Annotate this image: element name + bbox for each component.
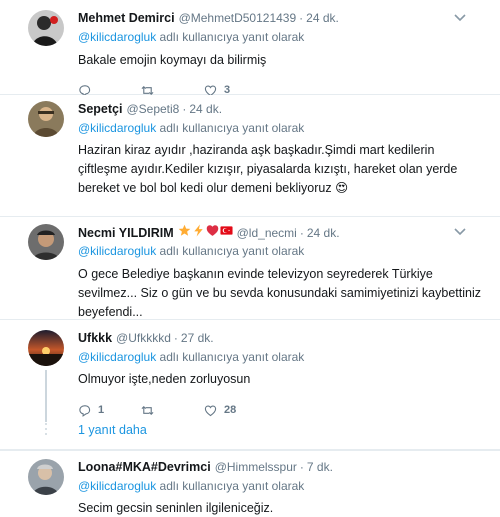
timestamp[interactable]: 7 dk. xyxy=(307,459,333,475)
reply-feed: Mehmet Demirci @MehmetD50121439 · 24 dk.… xyxy=(0,0,500,517)
timestamp[interactable]: 24 dk. xyxy=(307,225,340,241)
avatar[interactable] xyxy=(28,459,64,495)
timestamp[interactable]: 24 dk. xyxy=(306,10,339,26)
show-more-replies-link[interactable]: 1 yanıt daha xyxy=(78,423,147,437)
timestamp[interactable]: 27 dk. xyxy=(181,330,214,346)
like-icon xyxy=(204,404,217,416)
tweet-text: Olmuyor işte,neden zorluyosun xyxy=(78,372,251,386)
lightning-emoji xyxy=(193,224,203,237)
avatar[interactable] xyxy=(28,101,64,137)
mention-link[interactable]: @kilicdarogluk xyxy=(78,30,156,44)
heart-emoji xyxy=(206,225,218,236)
user-handle[interactable]: @Ufkkkkd xyxy=(116,330,171,346)
tweet[interactable]: Mehmet Demirci @MehmetD50121439 · 24 dk.… xyxy=(0,0,500,97)
retweet-icon xyxy=(141,405,154,415)
avatar[interactable] xyxy=(28,330,64,366)
tweet[interactable]: Ufkkk @Ufkkkkd · 27 dk. @kilicdarogluk a… xyxy=(0,320,500,450)
thread-line xyxy=(45,370,47,422)
reply-count: 1 xyxy=(98,404,105,416)
chevron-down-icon[interactable] xyxy=(454,14,468,24)
user-handle[interactable]: @Sepeti8 xyxy=(126,101,179,117)
reply-context-label: adlı kullanıcıya yanıt olarak xyxy=(156,350,305,364)
reply-context: @kilicdarogluk adlı kullanıcıya yanıt ol… xyxy=(78,29,486,45)
tweet[interactable]: Loona#MKA#Devrimci @Himmelsspur · 7 dk. … xyxy=(0,450,500,517)
tweet-text: O gece Belediye başkanın evinde televizy… xyxy=(78,267,481,319)
reply-context-label: adlı kullanıcıya yanıt olarak xyxy=(156,121,305,135)
reply-icon xyxy=(79,404,91,417)
user-handle[interactable]: @MehmetD50121439 xyxy=(179,10,297,26)
display-name[interactable]: Sepetçi xyxy=(78,101,122,117)
like-button[interactable]: 28 xyxy=(204,404,267,417)
reply-context: @kilicdarogluk adlı kullanıcıya yanıt ol… xyxy=(78,243,486,259)
tweet-header: Mehmet Demirci @MehmetD50121439 · 24 dk. xyxy=(78,10,486,26)
display-name[interactable]: Ufkkk xyxy=(78,330,112,346)
mention-link[interactable]: @kilicdarogluk xyxy=(78,479,156,493)
retweet-button[interactable] xyxy=(141,404,204,417)
separator-dot: · xyxy=(299,226,304,240)
mention-link[interactable]: @kilicdarogluk xyxy=(78,244,156,258)
reply-context-label: adlı kullanıcıya yanıt olarak xyxy=(156,244,305,258)
separator-dot: · xyxy=(182,102,187,116)
mention-link[interactable]: @kilicdarogluk xyxy=(78,121,156,135)
tweet-text: Secim gecsin seninlen ilgileniceğiz. xyxy=(78,501,274,515)
turkey-flag-emoji xyxy=(220,226,233,235)
display-name[interactable]: Loona#MKA#Devrimci xyxy=(78,459,211,475)
reply-context: @kilicdarogluk adlı kullanıcıya yanıt ol… xyxy=(78,478,486,494)
timestamp[interactable]: 24 dk. xyxy=(189,101,222,117)
star-emoji xyxy=(178,224,190,236)
reply-button[interactable]: 1 xyxy=(78,404,141,417)
thread-dots xyxy=(43,423,49,438)
tweet-text: Bakale emojin koymayı da bilirmiş xyxy=(78,53,267,67)
display-name[interactable]: Mehmet Demirci xyxy=(78,10,175,26)
user-handle[interactable]: @Himmelsspur xyxy=(215,459,297,475)
mention-link[interactable]: @kilicdarogluk xyxy=(78,350,156,364)
tweet-header: Ufkkk @Ufkkkkd · 27 dk. xyxy=(78,330,486,346)
name-emojis xyxy=(178,224,233,237)
tweet[interactable]: Necmi YILDIRIM @ld_necmi · 24 dk. @kilic… xyxy=(0,217,500,320)
user-handle[interactable]: @ld_necmi xyxy=(237,225,297,241)
display-name[interactable]: Necmi YILDIRIM xyxy=(78,225,174,241)
tweet-header: Loona#MKA#Devrimci @Himmelsspur · 7 dk. xyxy=(78,459,486,475)
tweet-text: Haziran kiraz ayıdır ,haziranda aşk başk… xyxy=(78,143,458,195)
tweet-header: Sepetçi @Sepeti8 · 24 dk. xyxy=(78,101,486,117)
avatar[interactable] xyxy=(28,10,64,46)
reply-context-label: adlı kullanıcıya yanıt olarak xyxy=(156,30,305,44)
tweet-actions: 1 28 xyxy=(78,402,486,418)
reply-context-label: adlı kullanıcıya yanıt olarak xyxy=(156,479,305,493)
chevron-down-icon[interactable] xyxy=(454,228,468,238)
reply-context: @kilicdarogluk adlı kullanıcıya yanıt ol… xyxy=(78,120,486,136)
tweet-header: Necmi YILDIRIM @ld_necmi · 24 dk. xyxy=(78,224,486,240)
tweet[interactable]: Sepetçi @Sepeti8 · 24 dk. @kilicdarogluk… xyxy=(0,95,500,217)
separator-dot: · xyxy=(173,331,178,345)
reply-context: @kilicdarogluk adlı kullanıcıya yanıt ol… xyxy=(78,349,486,365)
separator-dot: · xyxy=(299,460,304,474)
avatar[interactable] xyxy=(28,224,64,260)
separator-dot: · xyxy=(299,11,304,25)
like-count: 28 xyxy=(224,404,237,416)
